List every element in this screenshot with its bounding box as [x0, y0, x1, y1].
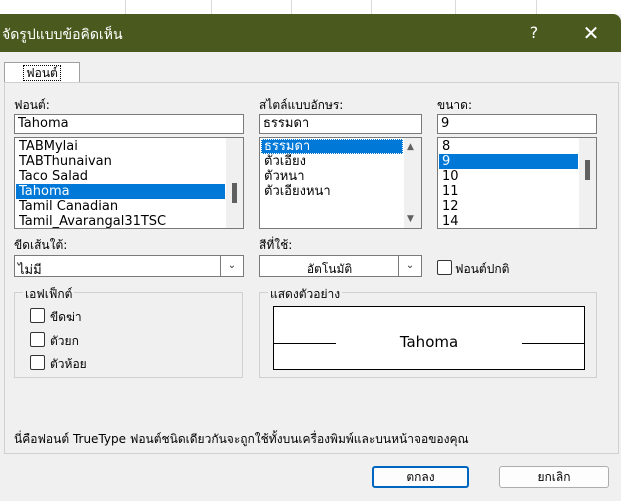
list-item[interactable]: ตัวเอียงหนา	[261, 184, 403, 199]
list-item[interactable]: 12	[439, 199, 578, 214]
preview-box: Tahoma	[273, 306, 585, 370]
list-item[interactable]: ตัวเอียง	[261, 154, 403, 169]
style-list-scrollbar[interactable]: ▲ ▼	[404, 138, 421, 228]
subscript-checkbox[interactable]	[30, 355, 45, 370]
size-label: ขนาด:	[437, 98, 472, 112]
scroll-thumb[interactable]	[232, 183, 237, 203]
help-button[interactable]: ?	[521, 20, 547, 46]
scroll-thumb[interactable]	[585, 160, 590, 180]
list-item[interactable]: 14	[439, 214, 578, 228]
list-item[interactable]: TABThunaivan	[16, 154, 225, 169]
list-item[interactable]: Tamil Canadian	[16, 199, 225, 214]
superscript-checkbox[interactable]	[30, 332, 45, 347]
font-list[interactable]: TABMylai TABThunaivan Taco Salad Tahoma …	[14, 137, 244, 229]
preview-legend: แสดงตัวอย่าง	[268, 285, 343, 304]
close-button[interactable]: ✕	[574, 19, 608, 47]
effects-legend: เอฟเฟ็กต์	[23, 285, 75, 304]
underline-select[interactable]: ไม่มี ⌄	[14, 255, 244, 278]
size-input[interactable]: 9	[437, 114, 597, 134]
subscript-label: ตัวห้อย	[50, 357, 87, 371]
background-sheet-strip	[0, 0, 621, 14]
preview-text: Tahoma	[399, 333, 459, 351]
list-item[interactable]: ตัวหนา	[261, 169, 403, 184]
list-item[interactable]: 10	[439, 169, 578, 184]
chevron-down-icon[interactable]: ⌄	[220, 256, 243, 276]
help-icon: ?	[529, 23, 539, 42]
format-comment-dialog: จัดรูปแบบข้อคิดเห็น ? ✕ ฟอนต์ ฟอนต์: Tah…	[0, 14, 621, 501]
font-input[interactable]: Tahoma	[14, 114, 244, 134]
style-input[interactable]: ธรรมดา	[259, 114, 422, 134]
list-item-selected[interactable]: Tahoma	[16, 184, 225, 199]
chevron-down-icon[interactable]: ⌄	[398, 256, 421, 276]
scroll-down-icon[interactable]: ▼	[407, 214, 414, 224]
tab-font[interactable]: ฟอนต์	[4, 62, 80, 83]
font-label: ฟอนต์:	[14, 98, 50, 112]
scroll-up-icon[interactable]: ▲	[407, 142, 414, 152]
effects-group: เอฟเฟ็กต์	[14, 285, 243, 378]
close-icon: ✕	[582, 21, 600, 45]
color-value: อัตโนมัติ	[306, 262, 353, 276]
strikethrough-checkbox[interactable]	[30, 308, 45, 323]
underline-value: ไม่มี	[18, 263, 42, 278]
style-list[interactable]: ธรรมดา ตัวเอียง ตัวหนา ตัวเอียงหนา ▲ ▼	[259, 137, 422, 229]
normal-font-checkbox[interactable]	[437, 260, 452, 275]
dialog-title: จัดรูปแบบข้อคิดเห็น	[2, 27, 123, 43]
list-item-selected[interactable]: ธรรมดา	[261, 139, 403, 154]
normal-font-label: ฟอนต์ปกติ	[455, 262, 510, 276]
color-label: สีที่ใช้:	[259, 238, 293, 252]
size-list[interactable]: 8 9 10 11 12 14	[437, 137, 597, 229]
list-item[interactable]: 8	[439, 139, 578, 154]
list-item-selected[interactable]: 9	[439, 154, 578, 169]
strikethrough-label: ขีดฆ่า	[50, 310, 82, 324]
list-item[interactable]: 11	[439, 184, 578, 199]
list-item[interactable]: TABMylai	[16, 139, 225, 154]
underline-label: ขีดเส้นใต้:	[14, 238, 68, 252]
style-label: สไตล์แบบอักษร:	[259, 98, 344, 112]
cancel-button[interactable]: ยกเลิก	[499, 466, 609, 488]
tab-font-label: ฟอนต์	[23, 65, 61, 81]
superscript-label: ตัวยก	[50, 334, 79, 348]
font-list-scrollbar[interactable]	[226, 138, 243, 228]
truetype-note: นี่คือฟอนต์ TrueType ฟอนต์ชนิดเดียวกันจะ…	[14, 432, 469, 446]
list-item[interactable]: Tamil_Avarangal31TSC	[16, 214, 225, 228]
size-list-scrollbar[interactable]	[579, 138, 596, 228]
color-select[interactable]: อัตโนมัติ ⌄	[259, 255, 422, 277]
ok-button[interactable]: ตกลง	[372, 466, 469, 488]
title-bar: จัดรูปแบบข้อคิดเห็น ? ✕	[0, 14, 621, 52]
list-item[interactable]: Taco Salad	[16, 169, 225, 184]
